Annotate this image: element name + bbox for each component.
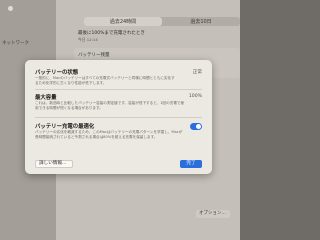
optimized-charging-title: バッテリー充電の最適化 <box>35 124 95 130</box>
battery-condition-value: 正常 <box>192 70 202 75</box>
last-charged-label: 最後に100%まで充電されたとき <box>78 31 145 36</box>
divider <box>35 117 202 118</box>
battery-level-label: バッテリー残量 <box>78 53 110 58</box>
optimized-charging-description: バッテリーの劣化を軽減するため、このMacはバッテリーの充電パターンを学習し、M… <box>35 130 183 139</box>
battery-health-sheet: バッテリーの状態 正常 一般的に、Macのバッテリーはすべての充電式バッテリーと… <box>25 60 212 174</box>
options-select[interactable]: オプション... <box>196 210 230 218</box>
tab-last-24-hours[interactable]: 過去24時間 <box>84 17 162 26</box>
battery-condition-description: 一般的に、Macのバッテリーはすべての充電式バッテリーと同様に時間とともに劣化す… <box>35 76 175 85</box>
optimized-charging-toggle[interactable] <box>190 123 202 130</box>
max-capacity-title: 最大容量 <box>35 95 57 101</box>
divider <box>35 89 202 90</box>
details-button[interactable]: 詳しい情報... <box>35 160 73 168</box>
max-capacity-description: これは、新品時と比較したバッテリー容量の測定値です。容量が低下すると、1回の充電… <box>35 101 185 110</box>
window-close-icon[interactable] <box>8 6 13 11</box>
toggle-knob <box>196 124 201 129</box>
max-capacity-value: 100% <box>188 94 202 99</box>
sidebar-item-network[interactable]: ネットワーク <box>2 40 29 46</box>
time-range-segmented-control: 過去24時間 過去10日 <box>84 17 240 26</box>
last-charged-time: 今日 12:14 <box>78 37 98 42</box>
tab-last-10-days[interactable]: 過去10日 <box>162 17 240 26</box>
done-button[interactable]: 完了 <box>180 160 202 168</box>
battery-condition-title: バッテリーの状態 <box>35 70 79 76</box>
